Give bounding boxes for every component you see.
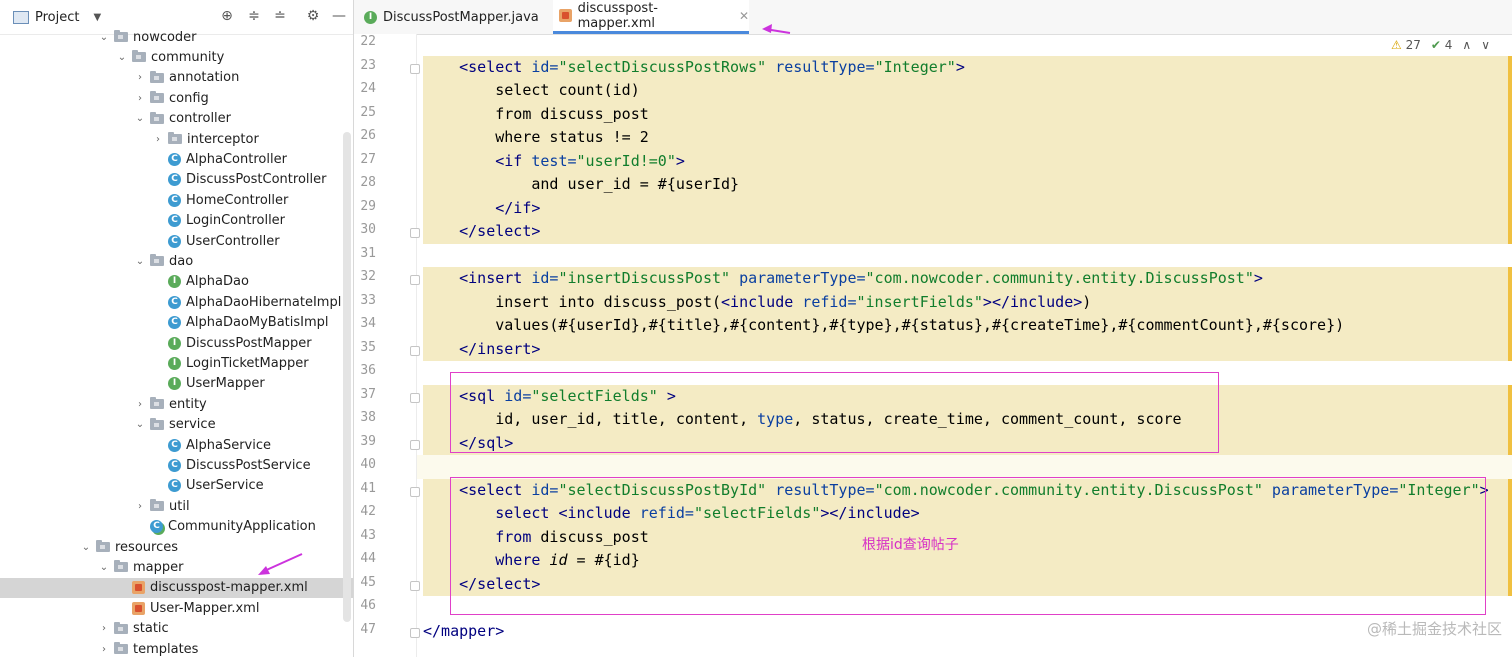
watermark: @稀土掘金技术社区 [1366,620,1502,638]
arrow-to-tab [762,24,791,34]
annotation-arrows [258,24,791,575]
arrow-to-file [258,553,303,575]
